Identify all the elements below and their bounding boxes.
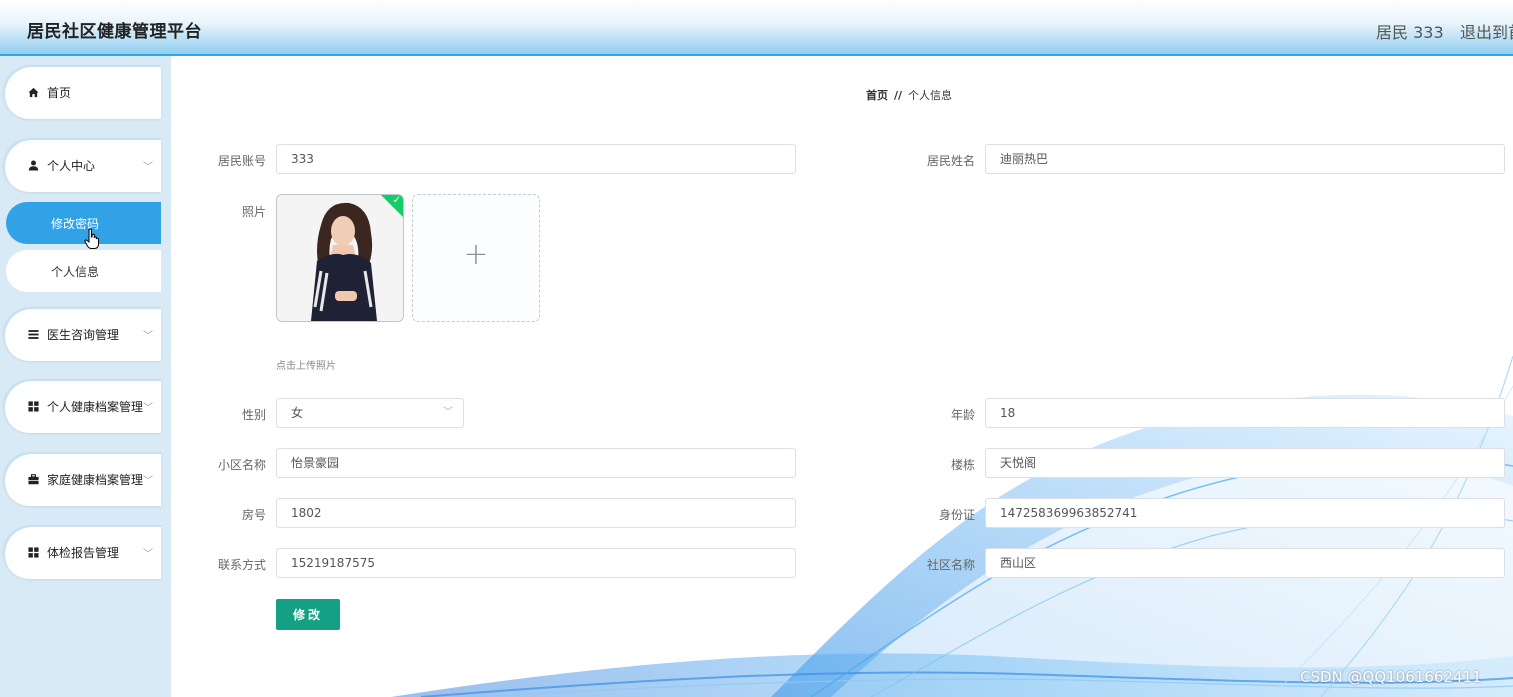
account-field[interactable]: 333 [276,144,796,174]
idcard-field[interactable]: 147258369963852741 [985,498,1505,528]
photo-label: 照片 [241,205,266,219]
photo-thumbnail[interactable]: ✓ [276,194,404,322]
grid-icon [27,400,39,412]
chevron-down-icon: ﹀ [143,331,153,342]
idcard-label: 身份证 [938,508,975,522]
sidebar-item-label: 个人中心 [47,158,96,173]
submenu-item-personal-info[interactable]: 个人信息 [6,250,161,292]
phone-field[interactable]: 15219187575 [276,548,796,578]
sidebar: 首页 个人中心 ﹀ 修改密码 个人信息 医生咨询管理 ﹀ 个人健康档案管理 ﹀ … [0,56,171,697]
phone-label: 联系方式 [217,558,266,572]
user-icon [27,159,39,171]
account-label: 居民账号 [217,154,266,168]
sidebar-item-checkup-reports[interactable]: 体检报告管理 ﹀ [3,525,161,579]
district-field[interactable]: 西山区 [985,548,1505,578]
breadcrumb-separator: // [894,89,903,102]
sidebar-item-doctor-consult[interactable]: 医生咨询管理 ﹀ [3,307,161,361]
breadcrumb: 首页 // 个人信息 [866,87,952,103]
sidebar-item-label: 家庭健康档案管理 [47,472,144,487]
briefcase-icon [27,473,39,485]
gender-label: 性别 [241,408,266,422]
gender-selected-value: 女 [291,406,304,420]
app-title: 居民社区健康管理平台 [27,22,202,42]
age-label: 年龄 [950,408,975,422]
chevron-down-icon: ﹀ [143,162,153,173]
hand-cursor-icon [84,228,99,249]
building-field[interactable]: 天悦阁 [985,448,1505,478]
main-content: 首页 // 个人信息 居民账号 333 居民姓名 迪丽热巴 照片 ✓ + 点击上传照… [171,56,1513,697]
sidebar-item-personal-health-records[interactable]: 个人健康档案管理 ﹀ [3,379,161,433]
watermark: CSDN @QQ1061662411 [1300,668,1482,686]
community-field[interactable]: 怡景豪园 [276,448,796,478]
check-icon: ✓ [392,195,401,206]
sidebar-item-profile-center[interactable]: 个人中心 ﹀ [3,138,161,192]
building-label: 楼栋 [950,458,975,472]
sidebar-item-label: 医生咨询管理 [47,327,120,342]
name-label: 居民姓名 [926,154,975,168]
community-label: 小区名称 [217,458,266,472]
district-label: 社区名称 [926,558,975,572]
home-icon [27,86,39,98]
submenu-item-label: 个人信息 [51,264,100,279]
sidebar-item-label: 首页 [47,85,72,100]
room-label: 房号 [241,508,266,522]
room-field[interactable]: 1802 [276,498,796,528]
chevron-down-icon: ﹀ [143,476,153,487]
sidebar-item-home[interactable]: 首页 [3,65,161,119]
chevron-down-icon: ﹀ [143,403,153,414]
top-header: 居民社区健康管理平台 居民 333 退出到首页 [0,0,1513,56]
grid-icon [27,546,39,558]
upload-tip: 点击上传照片 [276,361,336,372]
name-field[interactable]: 迪丽热巴 [985,144,1505,174]
current-user: 居民 333 [1376,23,1444,42]
submit-button[interactable]: 修改 [276,599,340,630]
chevron-down-icon: ﹀ [443,407,453,418]
upload-photo-button[interactable]: + [412,194,540,322]
list-icon [27,328,39,340]
gender-select[interactable]: 女 ﹀ [276,398,464,428]
plus-icon: + [463,237,489,272]
logout-link[interactable]: 退出到首页 [1460,19,1513,43]
sidebar-item-label: 个人健康档案管理 [47,399,144,414]
age-field[interactable]: 18 [985,398,1505,428]
chevron-down-icon: ﹀ [143,549,153,560]
sidebar-item-label: 体检报告管理 [47,545,120,560]
sidebar-item-family-health-records[interactable]: 家庭健康档案管理 ﹀ [3,452,161,506]
breadcrumb-home[interactable]: 首页 [866,89,888,102]
breadcrumb-current: 个人信息 [908,89,953,102]
